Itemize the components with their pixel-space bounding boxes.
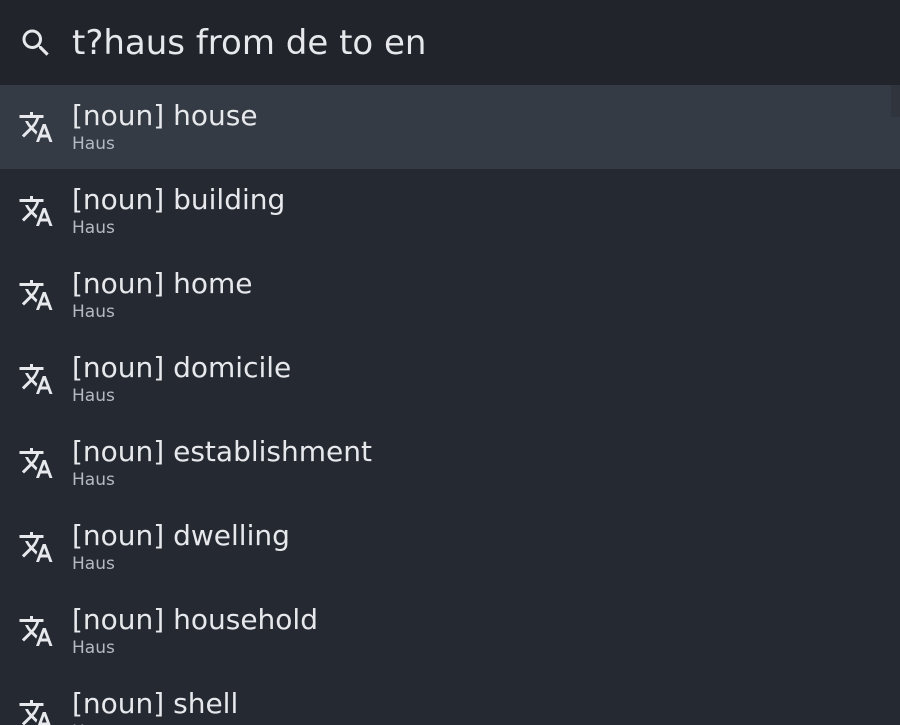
result-title: [noun] home bbox=[72, 267, 253, 300]
result-text: [noun] house Haus bbox=[72, 99, 258, 155]
result-item-3[interactable]: [noun] domicile Haus bbox=[0, 337, 900, 421]
result-title: [noun] domicile bbox=[72, 351, 292, 384]
search-input[interactable] bbox=[72, 0, 900, 85]
result-item-1[interactable]: [noun] building Haus bbox=[0, 169, 900, 253]
search-bar bbox=[0, 0, 900, 85]
result-item-5[interactable]: [noun] dwelling Haus bbox=[0, 505, 900, 589]
result-text: [noun] household Haus bbox=[72, 603, 318, 659]
translate-icon bbox=[0, 421, 72, 505]
translate-icon bbox=[0, 505, 72, 589]
result-text: [noun] establishment Haus bbox=[72, 435, 372, 491]
result-text: [noun] building Haus bbox=[72, 183, 285, 239]
result-subtitle: Haus bbox=[72, 721, 238, 725]
result-text: [noun] home Haus bbox=[72, 267, 253, 323]
result-title: [noun] house bbox=[72, 99, 258, 132]
result-item-2[interactable]: [noun] home Haus bbox=[0, 253, 900, 337]
result-title: [noun] household bbox=[72, 603, 318, 636]
result-subtitle: Haus bbox=[72, 554, 115, 574]
translate-icon bbox=[0, 85, 72, 169]
result-item-7[interactable]: [noun] shell Haus bbox=[0, 673, 900, 725]
results-list: [noun] house Haus [noun] building Haus [… bbox=[0, 85, 900, 725]
search-icon bbox=[0, 0, 72, 85]
translate-icon bbox=[0, 253, 72, 337]
result-subtitle: Haus bbox=[72, 470, 115, 490]
result-subtitle: Haus bbox=[72, 218, 115, 238]
result-item-4[interactable]: [noun] establishment Haus bbox=[0, 421, 900, 505]
scrollbar-thumb[interactable] bbox=[891, 85, 900, 117]
result-title: [noun] dwelling bbox=[72, 519, 290, 552]
result-text: [noun] shell Haus bbox=[72, 687, 238, 725]
result-subtitle: Haus bbox=[72, 134, 115, 154]
result-title: [noun] establishment bbox=[72, 435, 372, 468]
result-subtitle: Haus bbox=[72, 302, 115, 322]
result-subtitle: Haus bbox=[72, 638, 115, 658]
translate-icon bbox=[0, 673, 72, 725]
result-text: [noun] domicile Haus bbox=[72, 351, 291, 407]
launcher-window: [noun] house Haus [noun] building Haus [… bbox=[0, 0, 900, 725]
translate-icon bbox=[0, 589, 72, 673]
result-item-0[interactable]: [noun] house Haus bbox=[0, 85, 900, 169]
result-subtitle: Haus bbox=[72, 386, 115, 406]
result-title: [noun] shell bbox=[72, 687, 239, 720]
translate-icon bbox=[0, 169, 72, 253]
result-title: [noun] building bbox=[72, 183, 286, 216]
result-text: [noun] dwelling Haus bbox=[72, 519, 290, 575]
translate-icon bbox=[0, 337, 72, 421]
result-item-6[interactable]: [noun] household Haus bbox=[0, 589, 900, 673]
